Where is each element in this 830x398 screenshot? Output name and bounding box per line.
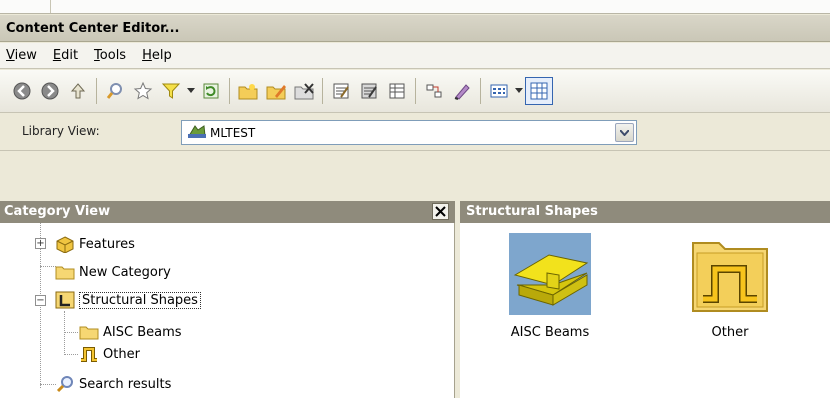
tree-line [40, 266, 56, 267]
toolbar-separator [322, 78, 323, 104]
category-view-title: Category View [4, 204, 111, 219]
tree-line [64, 332, 78, 333]
library-select[interactable]: MLTEST [181, 120, 637, 145]
up-folder-icon[interactable] [64, 77, 92, 105]
tree-item-structural-shapes[interactable]: Structural Shapes [55, 289, 201, 311]
edit-family-icon[interactable] [355, 77, 383, 105]
content-pane: AISC Beams Other [460, 223, 830, 398]
tree-item-label: AISC Beams [103, 324, 182, 340]
toolbar [0, 70, 830, 113]
features-cube-icon [56, 236, 74, 253]
toolbar-separator [96, 78, 97, 104]
tree-item-label: Search results [79, 376, 172, 392]
tree-item-label: Features [79, 236, 135, 252]
tile-other[interactable]: Other [670, 233, 790, 340]
category-view-header: Category View [0, 201, 455, 223]
window-title: Content Center Editor... [0, 15, 830, 42]
search-icon [56, 376, 73, 393]
menu-view[interactable]: View [6, 48, 37, 63]
menu-help[interactable]: Help [142, 48, 172, 63]
expand-features[interactable]: + [35, 238, 46, 249]
menu-edit[interactable]: Edit [53, 48, 78, 63]
toolbar-separator [415, 78, 416, 104]
structural-shapes-icon [55, 291, 75, 309]
tile-label: Other [711, 325, 749, 340]
search-icon[interactable] [101, 77, 129, 105]
view-options-dropdown-icon[interactable] [513, 77, 525, 105]
filter-icon[interactable] [157, 77, 185, 105]
tile-label: AISC Beams [510, 325, 590, 340]
tree-item-label: Structural Shapes [79, 291, 201, 309]
library-dropdown-button[interactable] [615, 123, 634, 142]
top-strip [0, 0, 830, 14]
close-category-view-button[interactable] [432, 203, 449, 220]
collapse-structural-shapes[interactable]: − [35, 295, 46, 306]
view-options-icon[interactable] [485, 77, 513, 105]
favorites-star-icon[interactable] [129, 77, 157, 105]
edit-category-icon[interactable] [262, 77, 290, 105]
tree-item-label: New Category [79, 264, 171, 280]
i-beam-icon [509, 233, 591, 315]
tree-item-search-results[interactable]: Search results [55, 373, 171, 395]
publish-icon[interactable] [448, 77, 476, 105]
forward-arrow-icon[interactable] [36, 77, 64, 105]
family-properties-icon[interactable] [327, 77, 355, 105]
detail-view-icon[interactable] [525, 77, 553, 105]
filter-dropdown-icon[interactable] [185, 77, 197, 105]
close-icon [435, 206, 446, 217]
refresh-icon[interactable] [197, 77, 225, 105]
toolbar-separator [229, 78, 230, 104]
library-selected-value: MLTEST [210, 125, 256, 140]
tile-aisc-beams[interactable]: AISC Beams [490, 233, 610, 340]
table-view-icon[interactable] [383, 77, 411, 105]
folder-icon [55, 266, 75, 280]
tree-item-features[interactable]: Features [55, 233, 135, 255]
library-bar: Library View: MLTEST [0, 114, 830, 151]
tree-line [40, 384, 56, 385]
tree-item-aisc-beams[interactable]: AISC Beams [79, 321, 182, 343]
library-view-label: Library View: [22, 124, 100, 138]
other-shape-icon [81, 347, 97, 362]
toolbar-separator [480, 78, 481, 104]
strip-divider [50, 0, 51, 13]
content-view-header: Structural Shapes [460, 201, 830, 223]
library-icon [186, 122, 208, 143]
menu-tools[interactable]: Tools [94, 48, 126, 63]
chevron-down-icon [620, 129, 629, 136]
tree-item-label: Other [103, 346, 140, 362]
link-icon[interactable] [420, 77, 448, 105]
other-folder-icon [692, 242, 768, 312]
category-tree: + Features New Category − Structural Sha… [0, 223, 455, 398]
tree-item-new-category[interactable]: New Category [55, 261, 171, 283]
new-category-icon[interactable] [234, 77, 262, 105]
menu-bar: View Edit Tools Help [0, 43, 830, 69]
tree-line [64, 354, 78, 355]
tree-item-other[interactable]: Other [79, 343, 140, 365]
back-arrow-icon[interactable] [8, 77, 36, 105]
content-view-title: Structural Shapes [466, 204, 598, 219]
delete-category-icon[interactable] [290, 77, 318, 105]
folder-icon [79, 326, 99, 340]
